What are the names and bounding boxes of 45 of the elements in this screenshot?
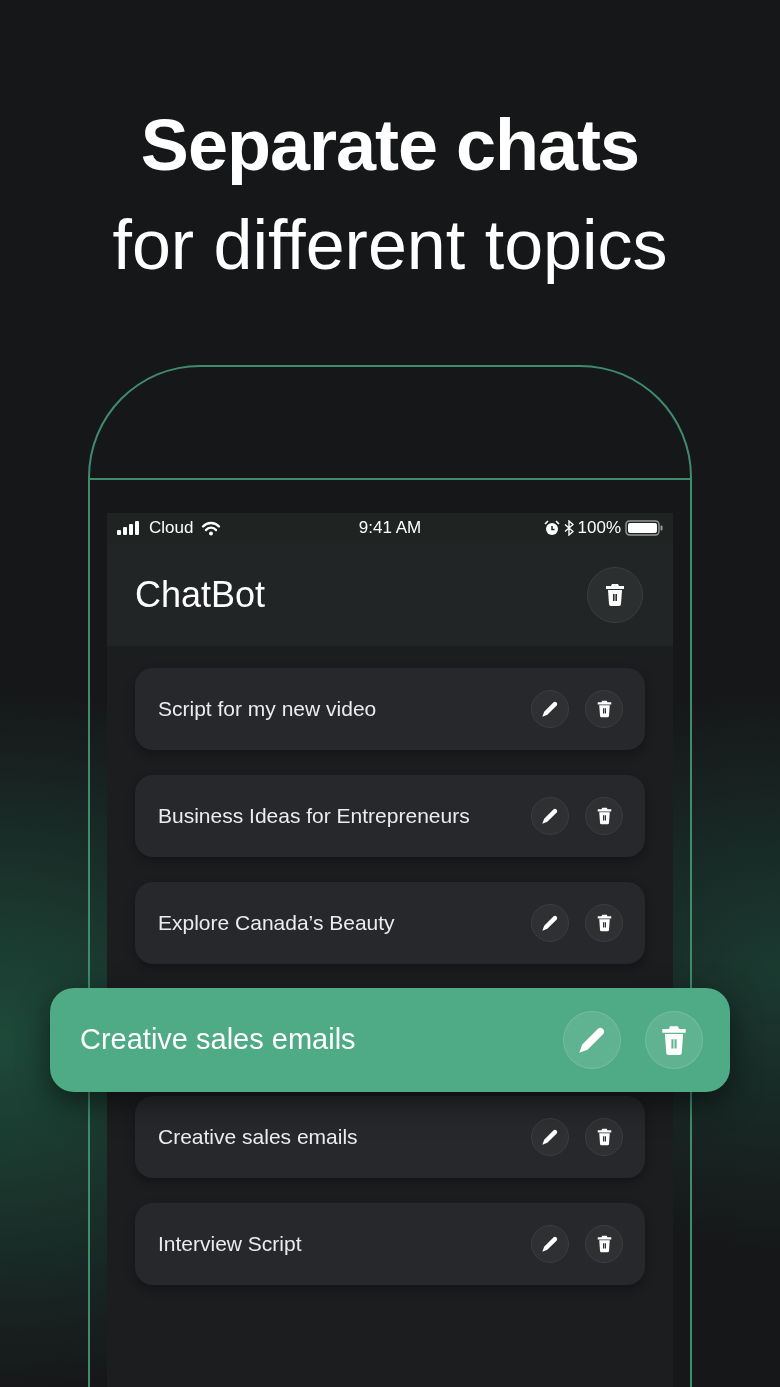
delete-button[interactable] [585, 1118, 623, 1156]
trash-icon [596, 807, 612, 825]
clock: 9:41 AM [358, 517, 422, 540]
signal-icon [117, 521, 141, 535]
battery-icon [625, 520, 663, 536]
chat-row[interactable]: Business Ideas for Entrepreneurs [135, 775, 645, 857]
delete-button[interactable] [585, 690, 623, 728]
trash-icon [605, 583, 625, 606]
pencil-icon [541, 700, 559, 718]
pencil-icon [541, 1128, 559, 1146]
alarm-icon [543, 520, 560, 536]
trash-icon [596, 1235, 612, 1253]
wifi-icon [201, 520, 222, 536]
chat-title: Business Ideas for Entrepreneurs [158, 803, 470, 830]
chat-title: Creative sales emails [158, 1124, 358, 1151]
app-title: ChatBot [135, 572, 266, 617]
chat-row[interactable]: Script for my new video [135, 668, 645, 750]
edit-button[interactable] [531, 797, 569, 835]
headline: for different topics [111, 205, 669, 286]
trash-icon [596, 914, 612, 932]
carrier-name: Cloud [149, 517, 194, 540]
pencil-icon [541, 807, 559, 825]
edit-button[interactable] [531, 690, 569, 728]
bluetooth-icon [563, 520, 574, 536]
pencil-icon [541, 914, 559, 932]
pencil-icon [541, 1235, 559, 1253]
chat-title: Interview Script [158, 1231, 302, 1258]
delete-button[interactable] [585, 797, 623, 835]
chat-row[interactable]: Creative sales emails [135, 1096, 645, 1178]
battery-percent: 100% [577, 517, 621, 540]
chat-row[interactable]: Explore Canada’s Beauty [135, 882, 645, 964]
pencil-icon [577, 1025, 607, 1055]
delete-button[interactable] [585, 904, 623, 942]
chat-title: Script for my new video [158, 696, 377, 723]
chat-row[interactable]: Interview Script [135, 1203, 645, 1285]
chat-title: Explore Canada’s Beauty [158, 910, 395, 937]
headline: Separate chats [139, 104, 641, 187]
trash-icon [661, 1025, 687, 1055]
edit-button[interactable] [531, 904, 569, 942]
edit-button[interactable] [531, 1118, 569, 1156]
trash-icon [596, 700, 612, 718]
delete-button[interactable] [585, 1225, 623, 1263]
trash-icon [596, 1128, 612, 1146]
edit-button[interactable] [531, 1225, 569, 1263]
chat-title: Creative sales emails [80, 1022, 356, 1058]
